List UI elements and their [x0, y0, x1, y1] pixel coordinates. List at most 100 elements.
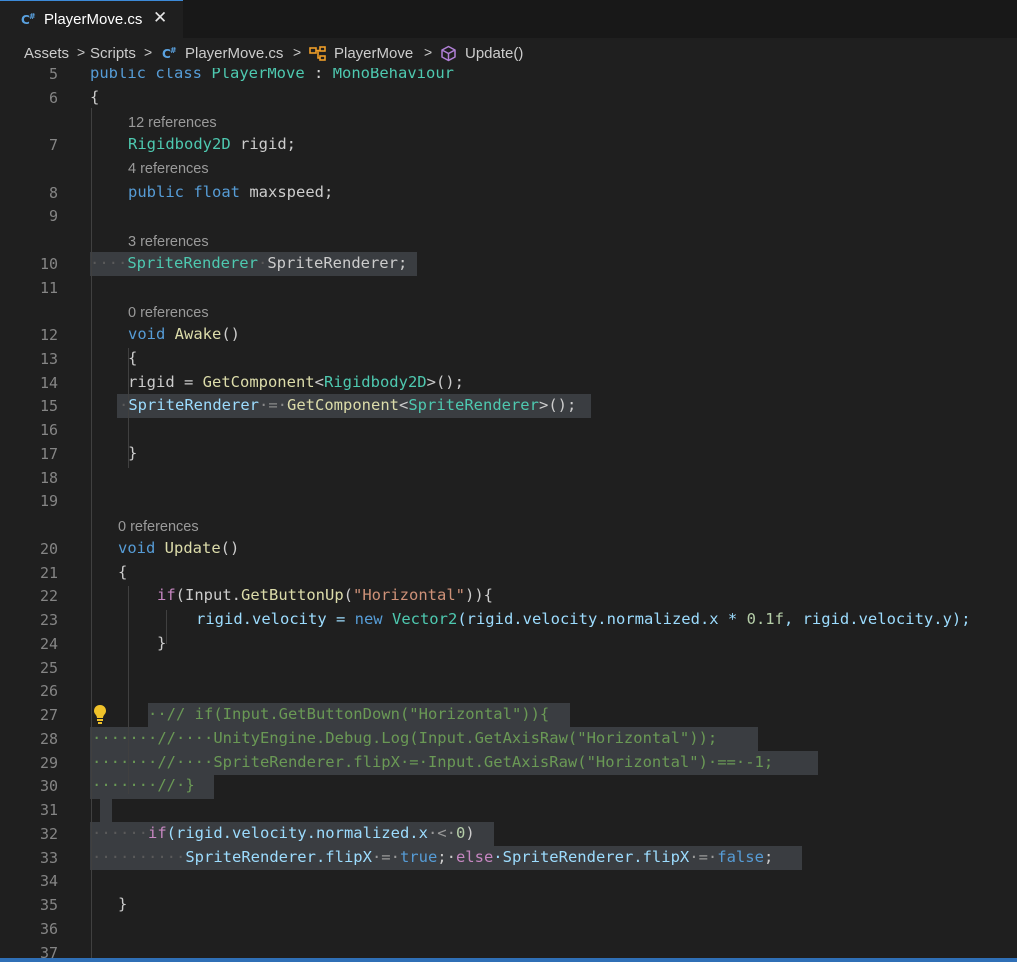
- line-number: 23: [39, 611, 58, 629]
- lightbulb-icon[interactable]: [93, 704, 107, 726]
- code-line-28: ·······//····UnityEngine.Debug.Log(Input…: [92, 729, 718, 747]
- token: rigid =: [128, 373, 203, 391]
- tab-playermove[interactable]: C# PlayerMove.cs ✕: [0, 0, 183, 38]
- code-line-7: Rigidbody2D rigid;: [128, 135, 296, 153]
- breadcrumb-assets[interactable]: Assets: [24, 45, 69, 62]
- token: ·: [119, 396, 129, 414]
- breadcrumb-separator: >: [293, 44, 302, 60]
- line-number: 22: [39, 587, 58, 605]
- token: >();: [426, 373, 464, 391]
- tab-label: PlayerMove.cs: [44, 11, 143, 28]
- token: ·=·: [259, 396, 287, 414]
- code-line-13: {: [128, 349, 138, 367]
- line-number: 7: [48, 136, 58, 154]
- token: , rigid.velocity.y);: [783, 610, 971, 628]
- token: void: [118, 539, 156, 557]
- line-number: 13: [39, 350, 58, 368]
- codelens-references[interactable]: 3 references: [128, 234, 209, 250]
- line-number: 32: [39, 825, 58, 843]
- token: >();: [538, 396, 577, 414]
- method-cube-icon: [441, 45, 456, 62]
- token: Update: [164, 539, 221, 557]
- line-number: 16: [39, 421, 58, 439]
- line-number: 8: [48, 184, 58, 202]
- codelens-references[interactable]: 12 references: [128, 115, 217, 131]
- line-number: 20: [39, 540, 58, 558]
- token: PlayerMove: [211, 68, 305, 82]
- breadcrumb: Assets > Scripts > C# PlayerMove.cs > Pl…: [0, 38, 1017, 68]
- code-line-35: }: [118, 895, 128, 913]
- token: GetComponent: [287, 396, 399, 414]
- code-line-24: }: [157, 634, 167, 652]
- code-line-27: ··// if(Input.GetButtonDown("Horizontal"…: [148, 705, 550, 723]
- line-number: 28: [39, 730, 58, 748]
- token: void: [128, 325, 166, 343]
- token: ······: [92, 824, 148, 842]
- token: ·=·: [689, 848, 718, 866]
- line-number: 24: [39, 635, 58, 653]
- code-line-32: ······if(rigid.velocity.normalized.x·<·0…: [92, 824, 475, 842]
- token: ·: [257, 254, 268, 272]
- code-line-20: void Update(): [118, 539, 239, 557]
- token: <: [398, 396, 409, 414]
- token: :: [304, 68, 333, 82]
- token: ··········: [92, 848, 186, 866]
- token: ;·: [437, 848, 456, 866]
- line-number: 6: [48, 89, 58, 107]
- token: "Horizontal": [353, 586, 465, 604]
- token: GetButtonUp: [241, 586, 344, 604]
- token: ·=·: [371, 848, 400, 866]
- line-number: 5: [48, 68, 58, 83]
- codelens-references[interactable]: 0 references: [128, 305, 209, 321]
- token: (): [221, 325, 241, 343]
- csharp-file-icon: C#: [21, 12, 36, 27]
- breadcrumb-separator: >: [144, 44, 153, 60]
- token: ): [465, 824, 475, 842]
- code-line-29: ·······//····SpriteRenderer.flipX·=·Inpu…: [92, 753, 774, 771]
- line-number: 33: [39, 849, 58, 867]
- token: (rigid.velocity.normalized.x: [166, 824, 428, 842]
- token: SpriteRenderer: [127, 254, 258, 272]
- line-number: 35: [39, 896, 58, 914]
- token: Rigidbody2D: [323, 373, 427, 391]
- codelens-references[interactable]: 0 references: [118, 519, 199, 535]
- code-line-30: ·······//·}: [92, 776, 195, 794]
- line-number: 12: [39, 326, 58, 344]
- line-number: 36: [39, 920, 58, 938]
- breadcrumb-file[interactable]: PlayerMove.cs: [185, 45, 283, 62]
- token: maxspeed;: [240, 183, 334, 201]
- token: (rigid.velocity.normalized.x *: [457, 610, 747, 628]
- token: Vector2: [391, 610, 458, 628]
- breadcrumb-scripts[interactable]: Scripts: [90, 45, 136, 62]
- class-symbol-icon: [309, 46, 326, 61]
- token: public: [128, 183, 184, 201]
- token: SpriteRenderer: [408, 396, 539, 414]
- tab-bar: C# PlayerMove.cs ✕: [0, 0, 1017, 38]
- token: true: [399, 848, 438, 866]
- csharp-file-icon: C#: [162, 46, 177, 61]
- token: ;: [763, 848, 774, 866]
- line-number: 29: [39, 754, 58, 772]
- code-line-17: }: [128, 444, 138, 462]
- token: SpriteRenderer;: [267, 254, 408, 272]
- code-editor[interactable]: 5 6 7 8 9 10 11 12 13 14 15 16 17 18 19 …: [0, 68, 1017, 962]
- token: if: [148, 824, 167, 842]
- token: <: [314, 373, 324, 391]
- token: 0: [455, 824, 466, 842]
- line-number: 18: [39, 469, 58, 487]
- token: SpriteRenderer.flipX: [185, 848, 372, 866]
- token: (: [343, 586, 353, 604]
- line-number: 21: [39, 564, 58, 582]
- code-line-8: public float maxspeed;: [128, 183, 333, 201]
- codelens-references[interactable]: 4 references: [128, 161, 209, 177]
- line-number: 31: [39, 801, 58, 819]
- token: 0.1f: [746, 610, 784, 628]
- token: MonoBehaviour: [332, 68, 455, 82]
- breadcrumb-method[interactable]: Update(): [465, 45, 523, 62]
- close-icon[interactable]: ✕: [153, 8, 167, 28]
- token: rigid.velocity =: [196, 610, 355, 628]
- breadcrumb-class[interactable]: PlayerMove: [334, 45, 413, 62]
- token: float: [193, 183, 241, 201]
- token: new: [354, 610, 383, 628]
- selection-line-31: [100, 799, 112, 823]
